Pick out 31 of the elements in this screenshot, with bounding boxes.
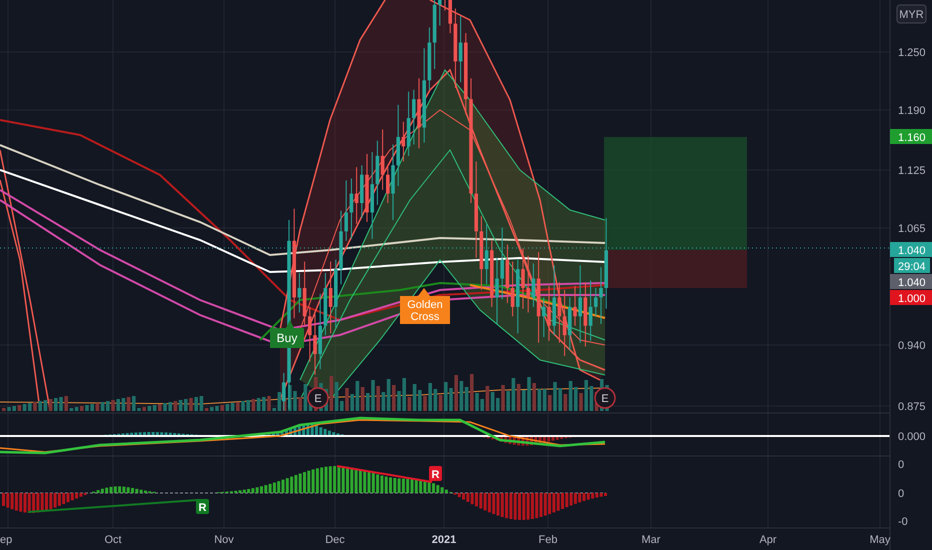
time-label: 2021: [432, 534, 456, 546]
time-label: Feb: [538, 534, 558, 546]
price-tick: 1.250: [898, 47, 926, 59]
price-label: 1.000: [890, 290, 932, 305]
time-label: May: [870, 534, 890, 546]
divergence-label: R: [196, 499, 209, 514]
earnings-marker[interactable]: E: [307, 387, 329, 409]
price-label: 1.160: [890, 129, 932, 144]
price-label: 29:04: [894, 258, 930, 273]
oscillator-tick: 0: [898, 459, 904, 471]
price-tick: 1.065: [898, 223, 926, 235]
oscillator-tick: -0: [898, 516, 908, 528]
oscillator-tick: 0: [898, 488, 904, 500]
buy-signal-label: Buy: [270, 320, 304, 348]
price-tick: 0.940: [898, 340, 926, 352]
price-label: 1.040: [890, 242, 932, 257]
price-tick: 1.190: [898, 105, 926, 117]
price-tick: 1.125: [898, 165, 926, 177]
earnings-marker[interactable]: E: [594, 387, 616, 409]
currency-button[interactable]: MYR: [896, 4, 926, 24]
time-label: Mar: [642, 534, 660, 546]
macd-tick: 0.000: [898, 431, 926, 443]
price-label: 1.040: [890, 274, 932, 289]
time-label: ep: [0, 534, 12, 546]
time-label: Oct: [104, 534, 122, 546]
divergence-label: R: [429, 466, 442, 481]
price-tick: 0.875: [898, 401, 926, 413]
time-label: Nov: [214, 534, 234, 546]
time-label: Apr: [759, 534, 777, 546]
golden-cross-label: Golden Cross: [400, 288, 450, 324]
time-label: Dec: [325, 534, 345, 546]
